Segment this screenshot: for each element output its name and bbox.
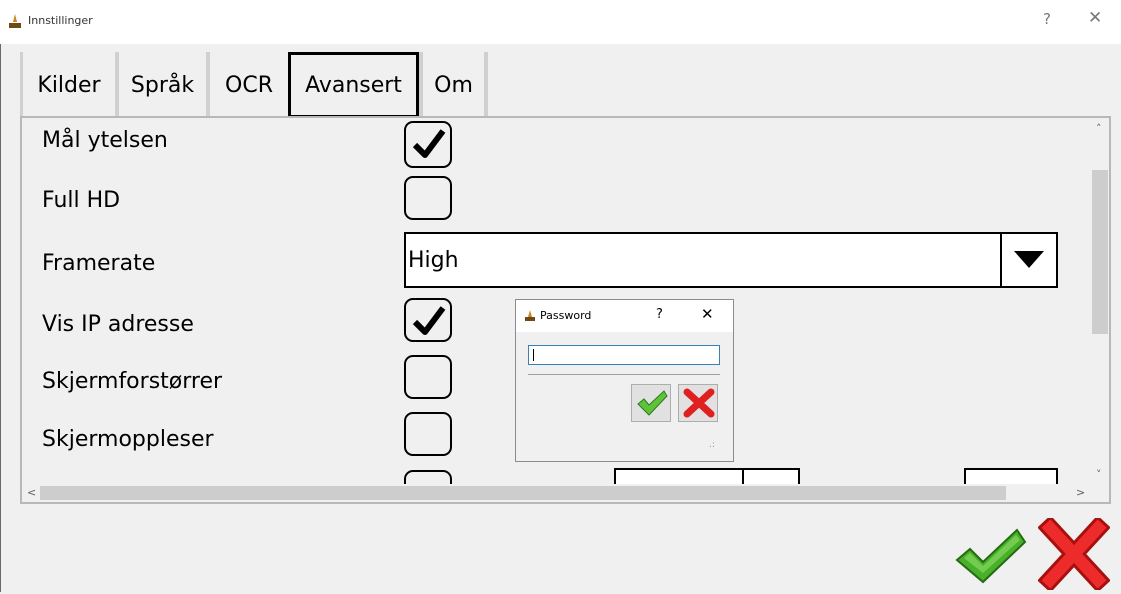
tab-kilder[interactable]: Kilder — [23, 52, 115, 118]
candle-icon — [9, 14, 21, 28]
scroll-down-arrow-icon[interactable]: ˅ — [1096, 468, 1102, 481]
window-title: Innstillinger — [28, 14, 93, 27]
checkbox-show-ip[interactable] — [404, 298, 452, 342]
checkmark-icon — [412, 306, 446, 335]
separator — [528, 374, 720, 375]
label-measure-performance: Mål ytelsen — [42, 128, 168, 153]
vertical-scrollbar[interactable]: ˄ ˅ — [1091, 118, 1109, 484]
framerate-select[interactable]: High — [404, 232, 1058, 288]
password-dialog-titlebar: Password ? ✕ — [516, 300, 733, 332]
label-magnifier: Skjermforstørrer — [42, 369, 223, 394]
checkmark-icon — [637, 390, 668, 416]
candle-icon — [525, 310, 535, 321]
framerate-dropdown-button[interactable] — [1000, 234, 1056, 286]
tab-om[interactable]: Om — [423, 52, 484, 118]
checkbox-measure-performance[interactable] — [404, 121, 452, 168]
scroll-corner — [1091, 484, 1109, 502]
password-input[interactable] — [528, 345, 720, 365]
password-help-button[interactable]: ? — [656, 307, 663, 322]
ok-button[interactable] — [954, 518, 1028, 590]
password-close-button[interactable]: ✕ — [701, 305, 714, 323]
password-cancel-button[interactable] — [678, 384, 718, 422]
text-caret — [533, 349, 534, 361]
password-ok-button[interactable] — [631, 384, 671, 422]
window-border — [0, 44, 1, 592]
vertical-scroll-thumb[interactable] — [1092, 170, 1108, 334]
checkbox-full-hd[interactable] — [404, 176, 452, 220]
scroll-right-arrow-icon[interactable]: > — [1076, 486, 1085, 499]
tab-bar: Kilder Språk OCR Avansert Om — [20, 52, 488, 118]
cancel-button[interactable] — [1037, 515, 1111, 593]
scroll-left-arrow-icon[interactable]: < — [27, 486, 36, 499]
tab-sprak[interactable]: Språk — [119, 52, 206, 118]
checkbox-screen-reader[interactable] — [404, 412, 452, 456]
triangle-down-icon — [1014, 251, 1044, 268]
label-framerate: Framerate — [42, 251, 156, 276]
label-screen-reader: Skjermoppleser — [42, 427, 214, 452]
horizontal-scroll-thumb[interactable] — [40, 486, 1006, 500]
password-dialog: Password ? ✕ .: — [515, 299, 734, 462]
scroll-up-arrow-icon[interactable]: ˄ — [1096, 122, 1102, 135]
close-button[interactable]: ✕ — [1088, 8, 1102, 28]
checkmark-icon — [412, 129, 446, 158]
checkbox-magnifier[interactable] — [404, 355, 452, 399]
horizontal-scrollbar[interactable]: < > — [22, 484, 1091, 502]
window-titlebar: Innstillinger ? ✕ — [0, 0, 1121, 44]
resize-grip-icon[interactable]: .: — [709, 440, 715, 450]
label-show-ip: Vis IP adresse — [42, 312, 194, 337]
password-dialog-title: Password — [540, 309, 592, 322]
label-full-hd: Full HD — [42, 188, 121, 213]
checkmark-icon — [955, 528, 1027, 584]
red-x-icon — [1037, 515, 1111, 593]
tab-ocr[interactable]: OCR — [210, 52, 288, 118]
framerate-value: High — [408, 248, 459, 273]
red-x-icon — [683, 388, 715, 418]
help-button[interactable]: ? — [1043, 10, 1051, 28]
tab-avansert[interactable]: Avansert — [288, 52, 419, 118]
